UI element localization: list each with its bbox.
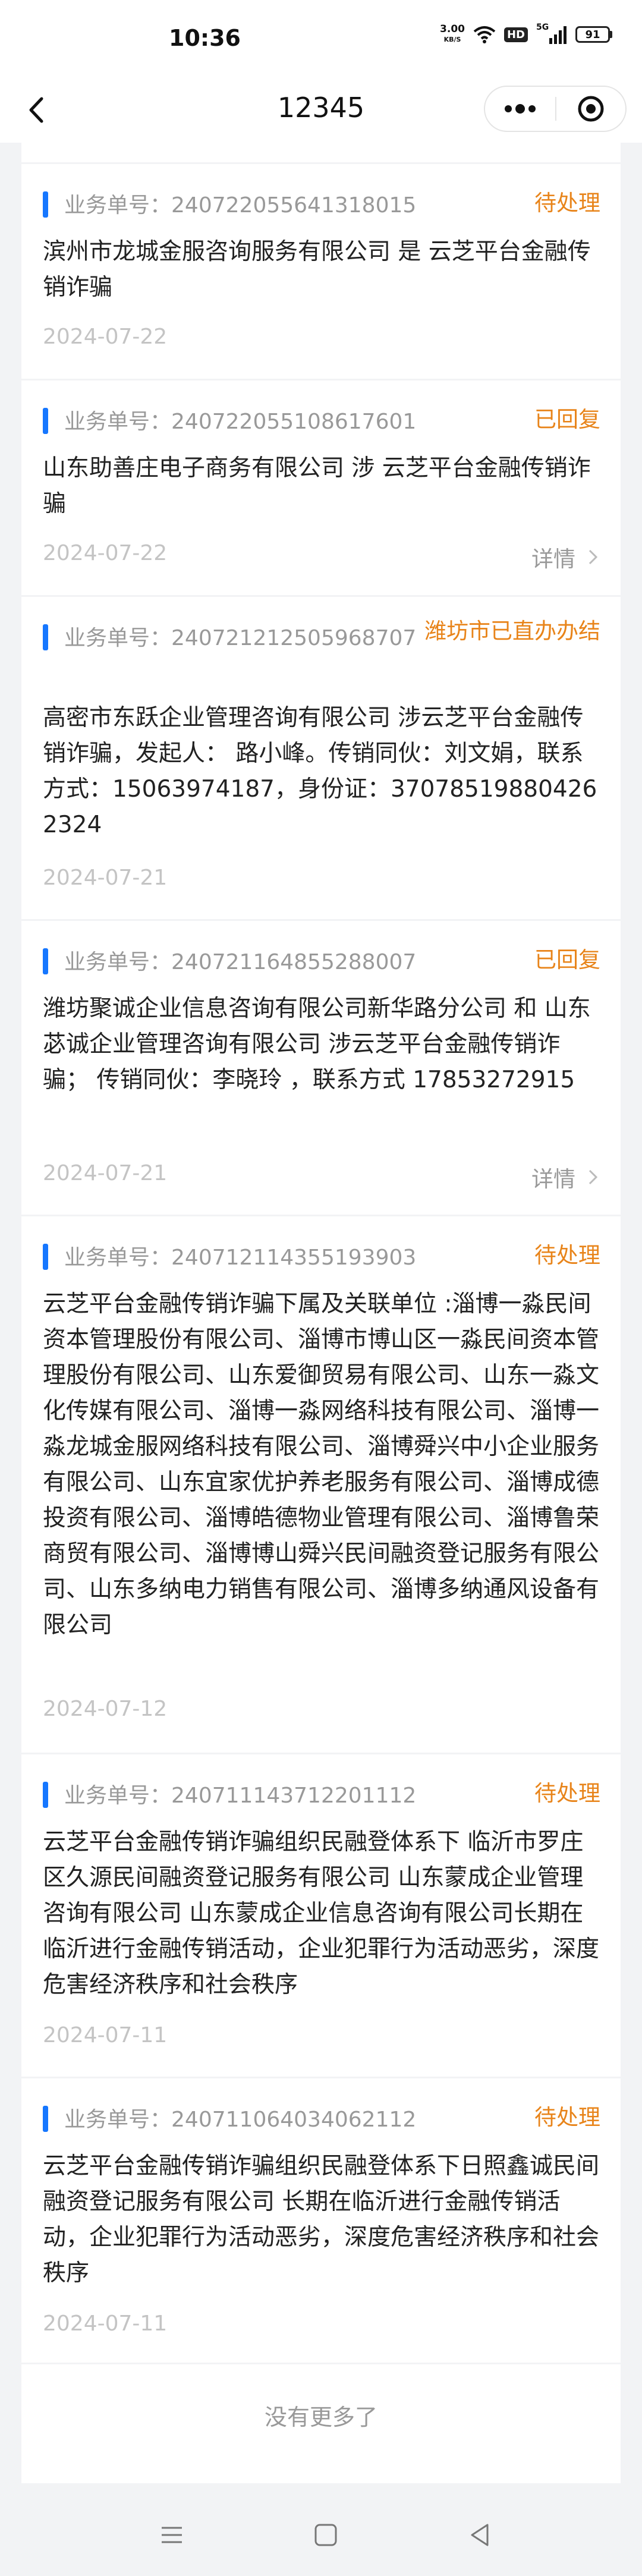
signal-icon: 5G (536, 23, 567, 44)
ticket-date: 2024-07-12 (43, 1697, 168, 1721)
hd-badge: HD (503, 27, 528, 42)
ticket-accent-bar (43, 2106, 48, 2132)
chevron-right-icon (588, 549, 598, 565)
ticket-status: 已回复 (534, 947, 600, 973)
ticket-date: 2024-07-21 (43, 866, 168, 890)
network-speed-value: 3.00 (440, 23, 465, 35)
ticket-accent-bar (43, 1782, 48, 1808)
wifi-icon (473, 26, 496, 43)
ticket-card[interactable]: 业务单号：240721164855288007 已回复 潍坊聚诚企业信息咨询有限… (21, 921, 621, 1216)
close-button[interactable] (556, 87, 625, 131)
ticket-card[interactable]: 业务单号：240722055108617601 已回复 山东助善庄电子商务有限公… (21, 380, 621, 597)
ticket-content: 山东助善庄电子商务有限公司 涉 云芝平台金融传销诈骗 (43, 455, 591, 517)
ticket-card[interactable]: 业务单号：240721212505968707 潍坊市已直办办结 高密市东跃企业… (21, 597, 621, 921)
ticket-order-number: 业务单号：240711143712201112 (64, 1784, 417, 1808)
ticket-content: 云芝平台金融传销诈骗下属及关联单位 :淄博一淼民间资本管理股份有限公司、淄博市博… (43, 1291, 600, 1638)
back-triangle-icon[interactable] (465, 2520, 495, 2550)
ticket-order-number: 业务单号：240722055641318015 (64, 193, 417, 218)
ticket-list[interactable]: 2024-07-22 详情 业务单号：240722055641318015 待处… (21, 143, 621, 2494)
ticket-order-number: 业务单号：240722055108617601 (64, 410, 417, 434)
chevron-right-icon (588, 1169, 598, 1185)
ticket-date: 2024-07-21 (43, 1161, 168, 1185)
status-icons: 3.00 KB/S HD 5G 91 (440, 23, 612, 45)
ticket-content: 云芝平台金融传销诈骗组织民融登体系下日照鑫诚民间融资登记服务有限公司 长期在临沂… (43, 2153, 600, 2286)
nav-bar: 12345 (0, 77, 642, 143)
ticket-accent-bar (43, 948, 48, 974)
network-speed-unit: KB/S (443, 36, 461, 43)
ticket-accent-bar (43, 191, 48, 218)
ticket-content: 潍坊聚诚企业信息咨询有限公司新华路分公司 和 山东苾诚企业管理咨询有限公司 涉云… (43, 995, 591, 1093)
ticket-card[interactable]: 业务单号：240711143712201112 待处理 云芝平台金融传销诈骗组织… (21, 1754, 621, 2078)
status-time: 10:36 (169, 25, 241, 51)
status-bar: 10:36 3.00 KB/S HD 5G 91 (0, 0, 642, 77)
ticket-date: 2024-07-22 (43, 541, 168, 565)
ticket-status: 已回复 (534, 407, 600, 432)
system-nav-bar (0, 2494, 642, 2576)
ticket-list-inner: 2024-07-22 详情 业务单号：240722055641318015 待处… (21, 143, 621, 2483)
battery-icon: 91 (575, 26, 612, 43)
ticket-card[interactable]: 业务单号：240722055641318015 待处理 滨州市龙城金服咨询服务有… (21, 164, 621, 380)
ticket-status: 待处理 (534, 190, 600, 216)
ticket-card[interactable]: 业务单号：240711064034062112 待处理 云芝平台金融传销诈骗组织… (21, 2078, 621, 2364)
close-icon (578, 96, 604, 122)
ticket-card[interactable]: 业务单号：240712114355193903 待处理 云芝平台金融传销诈骗下属… (21, 1216, 621, 1754)
ticket-status: 待处理 (534, 1781, 600, 1806)
battery-level: 91 (575, 26, 610, 43)
ticket-accent-bar (43, 624, 48, 650)
ticket-card-partial[interactable]: 2024-07-22 详情 (21, 143, 621, 164)
ticket-accent-bar (43, 1244, 48, 1270)
detail-label: 详情 (531, 143, 575, 144)
ticket-content: 高密市东跃企业管理咨询有限公司 涉云芝平台金融传销诈骗，发起人： 路小峰。传销同… (43, 704, 597, 838)
more-icon (505, 104, 536, 114)
ticket-date: 2024-07-11 (43, 2023, 168, 2047)
ticket-order-number: 业务单号：240711064034062112 (64, 2108, 417, 2132)
menu-icon[interactable] (157, 2520, 187, 2550)
detail-link[interactable]: 详情 (531, 541, 600, 573)
ticket-content: 滨州市龙城金服咨询服务有限公司 是 云芝平台金融传销诈骗 (43, 238, 591, 301)
no-more-footer: 没有更多了 (21, 2364, 621, 2483)
ticket-date: 2024-07-11 (43, 2311, 168, 2336)
ticket-order-number: 业务单号：240712114355193903 (64, 1245, 417, 1270)
ticket-content: 云芝平台金融传销诈骗组织民融登体系下 临沂市罗庄区久源民间融资登记服务有限公司 … (43, 1829, 600, 1998)
ticket-order-number: 业务单号：240721164855288007 (64, 950, 417, 974)
ticket-order-number: 业务单号：240721212505968707 (64, 626, 417, 650)
no-more-text: 没有更多了 (264, 2404, 377, 2430)
network-speed: 3.00 KB/S (440, 24, 465, 45)
detail-link[interactable]: 详情 (531, 143, 600, 144)
detail-label: 详情 (531, 546, 575, 572)
ticket-status: 待处理 (534, 1243, 600, 1268)
detail-label: 详情 (531, 1166, 575, 1192)
home-icon[interactable] (311, 2520, 341, 2550)
ticket-status: 待处理 (534, 2105, 600, 2130)
ticket-date: 2024-07-22 (43, 325, 168, 349)
ticket-status: 潍坊市已直办办结 (424, 618, 600, 644)
ticket-accent-bar (43, 408, 48, 434)
detail-link[interactable]: 详情 (531, 1161, 600, 1193)
mini-program-capsule (484, 86, 627, 132)
more-button[interactable] (485, 87, 555, 131)
